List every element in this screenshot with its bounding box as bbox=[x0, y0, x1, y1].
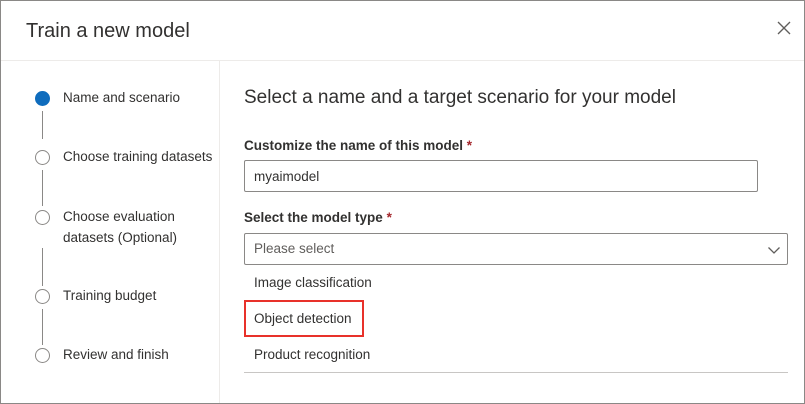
dropdown-placeholder: Please select bbox=[254, 241, 335, 256]
model-name-input[interactable] bbox=[244, 160, 758, 192]
required-marker: * bbox=[466, 138, 473, 153]
form-panel: Select a name and a target scenario for … bbox=[220, 61, 804, 403]
step-indicator bbox=[35, 348, 50, 363]
option-label: Object detection bbox=[254, 311, 352, 326]
step-connector bbox=[42, 309, 43, 345]
close-button[interactable] bbox=[774, 18, 794, 38]
model-type-label: Select the model type * bbox=[244, 210, 392, 225]
model-type-label-text: Select the model type bbox=[244, 210, 383, 225]
step-connector bbox=[42, 111, 43, 139]
step-review-and-finish[interactable]: Review and finish bbox=[35, 347, 169, 365]
step-connector bbox=[42, 170, 43, 206]
step-label: Name and scenario bbox=[63, 90, 181, 105]
step-training-budget[interactable]: Training budget bbox=[35, 288, 156, 306]
dialog-header: Train a new model bbox=[1, 1, 804, 61]
step-connector bbox=[42, 248, 43, 286]
model-type-dropdown[interactable]: Please select bbox=[244, 233, 788, 265]
step-indicator-active bbox=[35, 91, 50, 106]
step-label: Choose evaluation datasets (Optional) bbox=[63, 209, 178, 245]
step-indicator bbox=[35, 210, 50, 225]
dialog-title: Train a new model bbox=[26, 20, 190, 42]
model-name-label-text: Customize the name of this model bbox=[244, 138, 464, 153]
chevron-down-icon bbox=[768, 247, 780, 254]
form-heading: Select a name and a target scenario for … bbox=[244, 87, 676, 108]
step-indicator bbox=[35, 150, 50, 165]
option-image-classification[interactable]: Image classification bbox=[244, 265, 788, 301]
train-model-dialog: Train a new model Name and scenario Choo… bbox=[0, 0, 805, 404]
step-label: Review and finish bbox=[63, 347, 169, 362]
model-type-options: Image classification Object detection Pr… bbox=[244, 265, 788, 373]
step-indicator bbox=[35, 289, 50, 304]
wizard-stepper: Name and scenario Choose training datase… bbox=[1, 61, 219, 403]
option-object-detection[interactable]: Object detection bbox=[244, 301, 788, 337]
step-label: Choose training datasets bbox=[63, 149, 213, 164]
option-product-recognition[interactable]: Product recognition bbox=[244, 337, 788, 373]
required-marker: * bbox=[386, 210, 392, 225]
step-choose-training-datasets[interactable]: Choose training datasets bbox=[35, 149, 212, 167]
close-icon bbox=[777, 21, 791, 35]
step-name-and-scenario[interactable]: Name and scenario bbox=[35, 90, 180, 108]
option-label: Image classification bbox=[254, 275, 372, 290]
model-name-label: Customize the name of this model * bbox=[244, 138, 472, 153]
step-choose-evaluation-datasets[interactable]: Choose evaluation datasets (Optional) bbox=[35, 209, 193, 248]
step-label: Training budget bbox=[63, 288, 157, 303]
option-label: Product recognition bbox=[254, 347, 371, 362]
